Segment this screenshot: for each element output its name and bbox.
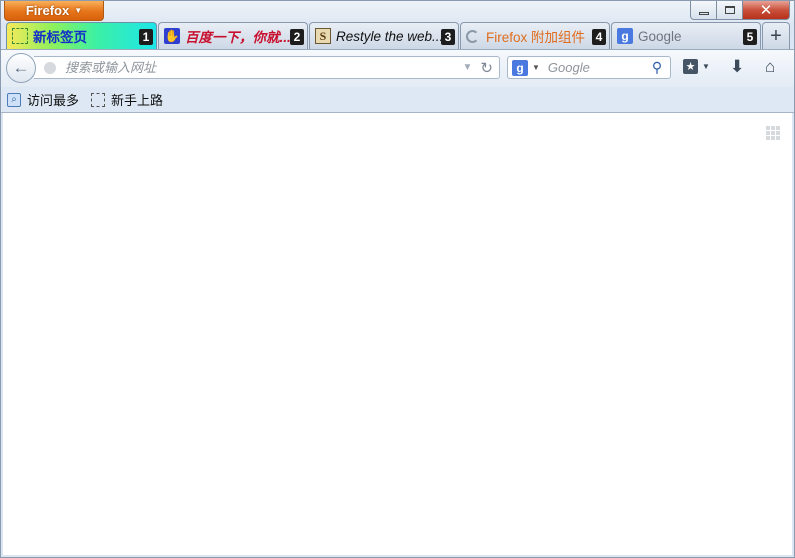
back-button[interactable]: ← <box>6 53 36 83</box>
url-input[interactable] <box>63 59 463 76</box>
tab-baidu[interactable]: ✋ 百度一下，你就... 2 <box>158 22 308 49</box>
minimize-icon <box>698 11 709 15</box>
tab-label: Google <box>638 28 682 44</box>
tab-stylish[interactable]: S Restyle the web... 3 <box>309 22 459 49</box>
close-button[interactable]: ✕ <box>743 1 790 20</box>
tab-number-badge: 5 <box>743 29 757 45</box>
tab-number-badge: 2 <box>290 29 304 45</box>
navigation-toolbar: ▼ ↻ ← g ▼ ⚲ ★ ▼ ⬇ ⌂ <box>1 49 794 87</box>
tab-google[interactable]: g Google 5 <box>611 22 761 49</box>
chevron-down-icon[interactable]: ▼ <box>532 63 540 72</box>
history-dropdown-icon[interactable]: ▼ <box>463 62 473 73</box>
close-icon: ✕ <box>759 2 773 19</box>
minimize-button[interactable] <box>690 1 717 20</box>
search-icon[interactable]: ⚲ <box>652 59 662 76</box>
tab-number-badge: 3 <box>441 29 455 45</box>
window-controls: ✕ <box>690 1 790 21</box>
new-tab-button[interactable]: + <box>762 22 790 49</box>
stylish-icon: S <box>315 28 331 44</box>
browser-window: Firefox ▼ ✕ 新标签页 1 ✋ 百度一下，你就... 2 S Rest… <box>0 0 795 558</box>
home-icon: ⌂ <box>765 57 776 76</box>
url-bar[interactable]: ▼ ↻ <box>34 56 500 79</box>
google-icon: g <box>617 28 633 44</box>
bookmark-getting-started[interactable]: 新手上路 <box>91 90 163 109</box>
tab-firefox-addons[interactable]: Firefox 附加组件 4 <box>460 22 610 49</box>
download-arrow-icon: ⬇ <box>730 57 745 76</box>
google-icon[interactable]: g <box>512 59 528 76</box>
bookmark-star-icon: ★ <box>683 59 698 74</box>
new-tab-icon <box>12 28 28 44</box>
search-bar[interactable]: g ▼ ⚲ <box>507 56 671 79</box>
bookmark-label: 访问最多 <box>27 93 80 108</box>
tab-number-badge: 1 <box>139 29 153 45</box>
tab-number-badge: 4 <box>592 29 606 45</box>
downloads-button[interactable]: ⬇ <box>730 57 744 77</box>
bookmarks-menu-button[interactable]: ★ ▼ <box>683 59 710 74</box>
tab-new-tab[interactable]: 新标签页 1 <box>6 22 157 49</box>
maximize-icon <box>724 6 735 14</box>
back-arrow-icon: ← <box>12 58 30 77</box>
firefox-menu-label: Firefox <box>25 3 70 18</box>
bookmarks-toolbar: ⌕ 访问最多 新手上路 <box>1 87 794 113</box>
tab-strip: 新标签页 1 ✋ 百度一下，你就... 2 S Restyle the web.… <box>1 22 794 49</box>
getting-started-icon <box>91 92 106 107</box>
page-content <box>3 113 792 555</box>
bookmark-most-visited[interactable]: ⌕ 访问最多 <box>7 90 79 109</box>
loading-icon <box>466 29 479 43</box>
tab-label: 新标签页 <box>33 30 87 45</box>
search-input[interactable] <box>545 59 650 76</box>
bookmark-label: 新手上路 <box>111 93 164 108</box>
chevron-down-icon: ▼ <box>74 6 83 15</box>
plus-icon: + <box>770 24 782 47</box>
home-button[interactable]: ⌂ <box>765 57 775 77</box>
site-identity-icon <box>44 61 56 74</box>
baidu-paw-icon: ✋ <box>164 28 180 44</box>
reload-icon[interactable]: ↻ <box>480 59 493 77</box>
firefox-menu-button[interactable]: Firefox ▼ <box>4 1 104 21</box>
most-visited-icon: ⌕ <box>7 92 21 107</box>
chevron-down-icon: ▼ <box>702 62 710 71</box>
tab-label: 百度一下，你就... <box>185 30 291 45</box>
tab-label: Firefox 附加组件 <box>486 30 586 45</box>
tab-label: Restyle the web... <box>336 28 444 44</box>
title-bar: Firefox ▼ ✕ <box>1 1 794 23</box>
maximize-button[interactable] <box>717 1 743 20</box>
new-tab-grid-toggle-icon[interactable] <box>766 126 780 140</box>
